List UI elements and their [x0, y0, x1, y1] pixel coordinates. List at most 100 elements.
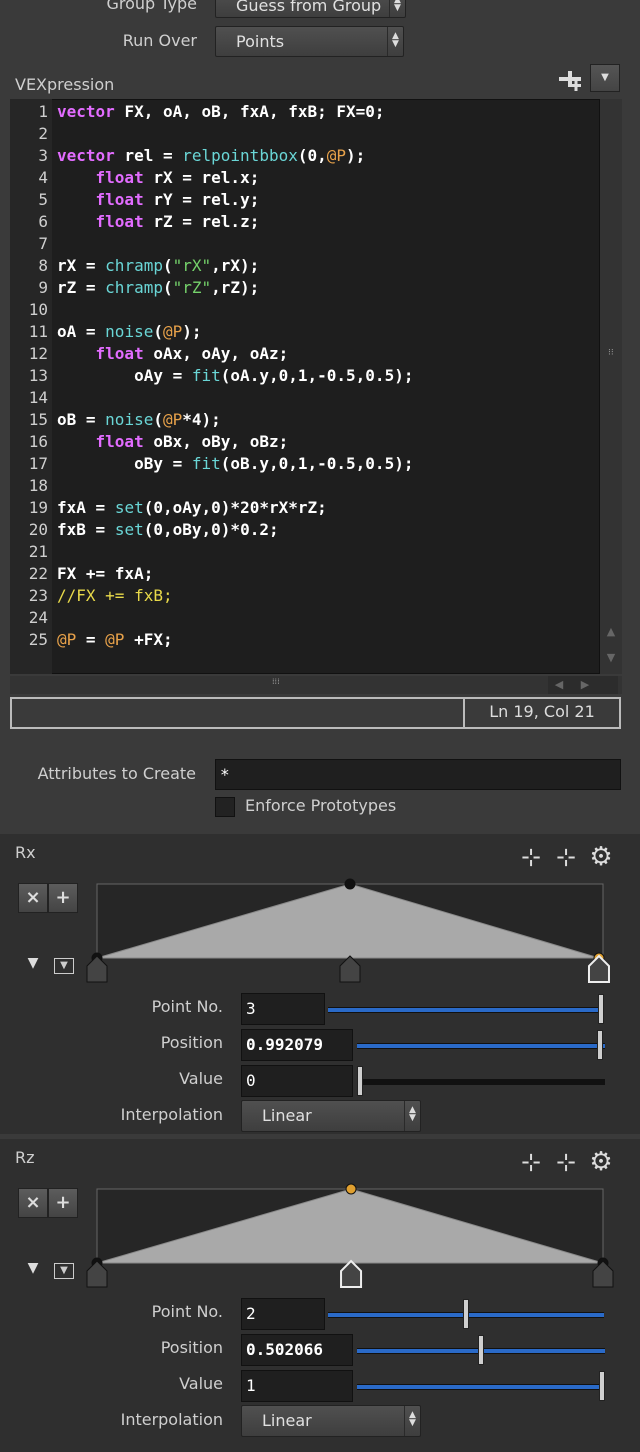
code-line: oB = noise(@P*4); [57, 410, 221, 429]
load-preset-icon[interactable]: ▼ [54, 1263, 74, 1279]
rz-point-no-field[interactable]: 2 [241, 1298, 325, 1330]
ramp-key-handle[interactable] [86, 955, 108, 983]
rx-value-slider[interactable] [357, 1079, 605, 1085]
code-line: FX += fxA; [57, 564, 154, 583]
attributes-to-create-input[interactable]: * [215, 759, 621, 790]
chevron-down-icon: ▼ [601, 72, 609, 83]
rx-ramp-editor[interactable] [77, 874, 617, 984]
rx-value-field[interactable]: 0 [241, 1065, 353, 1097]
enforce-prototypes-checkbox[interactable] [215, 797, 235, 817]
group-type-label: Group Type [106, 0, 197, 13]
collapse-icon[interactable]: ▼ [22, 955, 44, 971]
code-line: fxA = set(0,oAy,0)*20*rX*rZ; [57, 498, 327, 517]
dropdown-arrows-icon: ▲ ▼ [404, 1101, 420, 1131]
line-number: 24 [28, 608, 48, 627]
code-line: vector rel = relpointbbox(0,@P); [57, 146, 366, 165]
line-number: 10 [28, 300, 48, 319]
snap-right-icon[interactable]: ⊹ [551, 1148, 581, 1176]
grip-icon: ⁞⁞⁞ [272, 677, 280, 686]
code-line: rX = chramp("rX",rX); [57, 256, 260, 275]
plus-icon[interactable] [555, 68, 585, 96]
rz-interpolation-label: Interpolation [120, 1410, 223, 1429]
line-number: 2 [38, 124, 48, 143]
line-number: 19 [28, 498, 48, 517]
rx-point-no-slider[interactable] [328, 1007, 604, 1013]
scroll-right-icon[interactable]: ▶ [576, 676, 594, 694]
line-number: 14 [28, 388, 48, 407]
line-number: 23 [28, 586, 48, 605]
attributes-to-create-label: Attributes to Create [37, 764, 196, 783]
vertical-scrollbar[interactable]: ⁝⁝ ▲ ▼ [600, 99, 622, 674]
snippet-menu-button[interactable]: ▼ [590, 64, 620, 92]
snap-right-icon[interactable]: ⊹ [551, 843, 581, 871]
code-line: //FX += fxB; [57, 586, 173, 605]
ramp-key-handle[interactable] [86, 1260, 108, 1288]
rz-value-field[interactable]: 1 [241, 1370, 353, 1402]
add-point-button[interactable]: + [48, 1188, 78, 1218]
rx-position-slider[interactable] [357, 1043, 605, 1049]
rz-position-label: Position [160, 1338, 223, 1357]
line-number: 13 [28, 366, 48, 385]
code-line: oAy = fit(oA.y,0,1,-0.5,0.5); [134, 366, 414, 385]
code-line: oBy = fit(oB.y,0,1,-0.5,0.5); [134, 454, 414, 473]
line-number: 3 [38, 146, 48, 165]
code-line: fxB = set(0,oBy,0)*0.2; [57, 520, 279, 539]
rz-title: Rz [15, 1148, 35, 1167]
rz-point-no-slider-handle[interactable] [463, 1299, 469, 1329]
ramp-control-point[interactable] [344, 878, 356, 890]
horizontal-scrollbar[interactable]: ⁞⁞⁞ ◀ ▶ [10, 676, 622, 694]
ramp-key-handle[interactable] [592, 1260, 614, 1288]
scroll-up-icon[interactable]: ▲ [602, 625, 620, 638]
load-preset-icon[interactable]: ▼ [54, 958, 74, 974]
run-over-value: Points [236, 32, 285, 51]
rz-value-slider[interactable] [357, 1384, 605, 1390]
snap-left-icon[interactable]: ⊹ [516, 1148, 546, 1176]
group-type-value: Guess from Group [236, 0, 382, 15]
dropdown-arrows-icon: ▲ ▼ [404, 1406, 420, 1436]
run-over-dropdown[interactable]: Points ▲ ▼ [215, 26, 404, 57]
rx-value-label: Value [179, 1069, 223, 1088]
rx-position-slider-handle[interactable] [597, 1030, 604, 1060]
group-type-dropdown[interactable]: Guess from Group ▲ ▼ [215, 0, 406, 18]
gear-icon[interactable]: ⚙ [586, 1148, 616, 1176]
rz-value-slider-handle[interactable] [599, 1371, 605, 1401]
line-number: 6 [38, 212, 48, 231]
rz-interpolation-dropdown[interactable]: Linear ▲ ▼ [241, 1405, 421, 1437]
ramp-control-point[interactable] [345, 1183, 357, 1195]
rz-ramp-editor[interactable] [77, 1179, 617, 1289]
rz-position-slider-handle[interactable] [478, 1335, 485, 1365]
ramp-key-handle[interactable] [339, 955, 361, 983]
code-lines: 1 vector FX, oA, oB, fxA, fxB; FX=0; 2 3 vec… [10, 101, 600, 671]
line-number: 22 [28, 564, 48, 583]
add-point-button[interactable]: + [48, 883, 78, 913]
rx-point-no-field[interactable]: 3 [241, 993, 325, 1025]
delete-point-button[interactable]: × [18, 883, 48, 913]
rx-point-no-slider-handle[interactable] [598, 994, 604, 1024]
rx-interpolation-dropdown[interactable]: Linear ▲ ▼ [241, 1100, 421, 1132]
rx-position-field[interactable]: 0.992079 [241, 1029, 353, 1061]
delete-point-button[interactable]: × [18, 1188, 48, 1218]
scroll-left-icon[interactable]: ◀ [550, 676, 568, 694]
rx-value-slider-handle[interactable] [357, 1066, 363, 1096]
editor-status-bar: Ln 19, Col 21 [10, 697, 621, 729]
rz-position-field[interactable]: 0.502066 [241, 1334, 353, 1366]
code-line: @P = @P +FX; [57, 630, 173, 649]
line-number: 25 [28, 630, 48, 649]
code-line: float oBx, oBy, oBz; [95, 432, 289, 451]
line-number: 1 [38, 102, 48, 121]
dropdown-arrows-icon: ▲ ▼ [387, 27, 403, 56]
gear-icon[interactable]: ⚙ [586, 843, 616, 871]
collapse-icon[interactable]: ▼ [22, 1260, 44, 1276]
rx-interpolation-label: Interpolation [120, 1105, 223, 1124]
ramp-key-handle[interactable] [587, 954, 610, 983]
code-line: float rY = rel.y; [95, 190, 260, 209]
ramp-key-handle[interactable] [340, 1259, 363, 1288]
code-line: float oAx, oAy, oAz; [95, 344, 289, 363]
cursor-position: Ln 19, Col 21 [489, 702, 595, 721]
scroll-down-icon[interactable]: ▼ [602, 651, 620, 664]
rx-position-label: Position [160, 1033, 223, 1052]
snap-left-icon[interactable]: ⊹ [516, 843, 546, 871]
line-number: 7 [38, 234, 48, 253]
line-number: 11 [28, 322, 48, 341]
line-number: 17 [28, 454, 48, 473]
